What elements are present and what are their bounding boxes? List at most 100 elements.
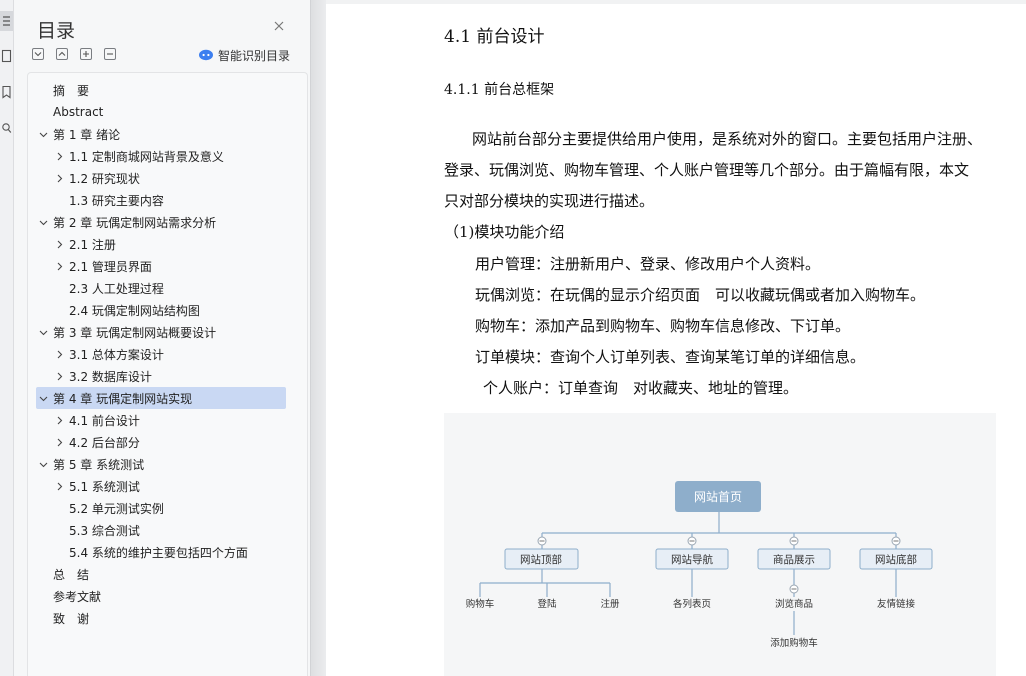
body-paragraph: 网站前台部分主要提供给用户使用，是系统对外的窗口。主要包括用户注册、 <box>472 130 983 148</box>
plus-icon <box>83 51 89 57</box>
chevron-right-icon[interactable] <box>53 480 65 492</box>
body-paragraph: 玩偶浏览：在玩偶的显示介绍页面 可以收藏玩偶或者加入购物车。 <box>475 286 926 304</box>
leaf-node-label: 浏览商品 <box>775 598 813 610</box>
toc-item-2-3[interactable]: 2.3 人工处理过程 <box>36 277 286 299</box>
site-structure-diagram[interactable]: 网站首页 网站顶部 网站导航 商品展示 网站底部 购物车 登陆 注册 各列表页 … <box>444 413 996 676</box>
chevron-up-icon <box>58 51 66 56</box>
leaf-node-label: 友情链接 <box>877 598 916 610</box>
toc-item-acknowledgements[interactable]: 致 谢 <box>36 607 286 629</box>
body-paragraph: （1)模块功能介绍 <box>444 223 565 241</box>
chevron-right-icon[interactable] <box>53 348 65 360</box>
leaf-node-label: 注册 <box>600 598 620 610</box>
bookmark-button[interactable] <box>0 82 13 102</box>
minus-icon <box>107 53 113 55</box>
toc-item-label: 第 3 章 玩偶定制网站概要设计 <box>53 325 217 340</box>
branch-node-label: 网站底部 <box>875 553 917 566</box>
outline-title: 目录 <box>37 20 76 42</box>
diagram-canvas: 网站首页 网站顶部 网站导航 商品展示 网站底部 购物车 登陆 注册 各列表页 … <box>466 481 933 649</box>
toc-item-label: 1.2 研究现状 <box>69 171 140 186</box>
chevron-right-icon[interactable] <box>53 436 65 448</box>
panel-splitter[interactable] <box>310 0 326 676</box>
toc-item-chapter-4[interactable]: 第 4 章 玩偶定制网站实现 <box>36 387 286 409</box>
demote-heading-button[interactable] <box>104 48 116 60</box>
toc-item-1-1[interactable]: 1.1 定制商城网站背景及意义 <box>36 145 286 167</box>
chevron-down-icon[interactable] <box>37 216 49 228</box>
toc-item-label: 第 5 章 系统测试 <box>53 457 145 472</box>
toc-item-chapter-2[interactable]: 第 2 章 玩偶定制网站需求分析 <box>36 211 286 233</box>
toc-item-label: 5.4 系统的维护主要包括四个方面 <box>69 545 248 560</box>
toc-item-chapter-5[interactable]: 第 5 章 系统测试 <box>36 453 286 475</box>
toc-item-label: 致 谢 <box>53 611 90 626</box>
toc-item-label: 4.2 后台部分 <box>69 435 140 450</box>
toc-item-label: 2.4 玩偶定制网站结构图 <box>69 303 200 318</box>
chevron-right-icon[interactable] <box>53 370 65 382</box>
body-paragraph: 用户管理：注册新用户、登录、修改用户个人资料。 <box>475 255 821 273</box>
toc-item-2-1[interactable]: 2.1 注册 <box>36 233 286 255</box>
chevron-down-icon <box>34 52 42 57</box>
toc-item-5-4[interactable]: 5.4 系统的维护主要包括四个方面 <box>36 541 286 563</box>
toc-item-label: 第 2 章 玩偶定制网站需求分析 <box>53 215 217 230</box>
body-paragraph: 登录、玩偶浏览、购物车管理、个人账户管理等几个部分。由于篇幅有限，本文 <box>444 161 970 179</box>
toc-item-label: 总 结 <box>53 567 90 582</box>
branch-node-label: 网站导航 <box>671 553 713 566</box>
leaf-node-label: 购物车 <box>466 598 495 610</box>
toc-item-label: 摘 要 <box>53 83 90 98</box>
toc-item-label: 第 1 章 绪论 <box>53 127 121 142</box>
toc-item-abstract[interactable]: Abstract <box>36 101 286 123</box>
chevron-down-icon[interactable] <box>37 326 49 338</box>
subsection-heading: 4.1.1 前台总框架 <box>444 82 555 98</box>
ai-assistant-icon <box>199 49 213 61</box>
chevron-down-icon[interactable] <box>37 458 49 470</box>
smart-recognize-toc-button[interactable]: 智能识别目录 <box>198 46 290 64</box>
toc-item-3-2[interactable]: 3.2 数据库设计 <box>36 365 286 387</box>
toc-item-1-3[interactable]: 1.3 研究主要内容 <box>36 189 286 211</box>
page-thumbnail-button[interactable] <box>0 46 13 66</box>
document-page[interactable]: 4.1 前台设计 4.1.1 前台总框架 网站前台部分主要提供给用户使用，是系统… <box>326 0 1026 676</box>
chevron-right-icon[interactable] <box>53 150 65 162</box>
toc-item-1-2[interactable]: 1.2 研究现状 <box>36 167 286 189</box>
promote-heading-button[interactable] <box>80 48 92 60</box>
body-paragraph: 个人账户：订单查询 对收藏夹、地址的管理。 <box>483 379 799 397</box>
chevron-down-icon[interactable] <box>37 128 49 140</box>
toc-item-chapter-1[interactable]: 第 1 章 绪论 <box>36 123 286 145</box>
chevron-right-icon[interactable] <box>53 414 65 426</box>
body-paragraph: 订单模块：查询个人订单列表、查询某笔订单的详细信息。 <box>475 348 866 366</box>
toc-item-references[interactable]: 参考文献 <box>36 585 286 607</box>
toc-item-label: 3.1 总体方案设计 <box>69 347 164 362</box>
section-heading: 4.1 前台设计 <box>444 27 545 47</box>
toc-item-4-1[interactable]: 4.1 前台设计 <box>36 409 286 431</box>
chevron-right-icon[interactable] <box>53 238 65 250</box>
expand-all-button[interactable] <box>32 48 44 60</box>
toc-item-label: 2.3 人工处理过程 <box>69 281 164 296</box>
outline-toggle-button[interactable] <box>0 11 13 31</box>
collapse-all-button[interactable] <box>56 48 68 60</box>
toc-item-3-1[interactable]: 3.1 总体方案设计 <box>36 343 286 365</box>
toc-item-abstract-cn[interactable]: 摘 要 <box>36 79 286 101</box>
toc-item-summary[interactable]: 总 结 <box>36 563 286 585</box>
chevron-right-icon[interactable] <box>53 172 65 184</box>
outline-panel: 目录 智能识别目录 摘 要 Abstract 第 1 章 绪论 1.1 定制商城… <box>14 0 310 676</box>
toc-item-label: 第 4 章 玩偶定制网站实现 <box>53 391 193 406</box>
toc-item-label: 4.1 前台设计 <box>69 413 140 428</box>
find-button[interactable] <box>0 118 13 138</box>
toc-item-2-1b[interactable]: 2.1 管理员界面 <box>36 255 286 277</box>
toc-item-4-2[interactable]: 4.2 后台部分 <box>36 431 286 453</box>
toc-item-label: 参考文献 <box>53 589 102 604</box>
toc-item-label: 2.1 管理员界面 <box>69 259 152 274</box>
toc-item-label: 5.1 系统测试 <box>69 479 140 494</box>
chevron-down-icon[interactable] <box>37 392 49 404</box>
outline-tree: 摘 要 Abstract 第 1 章 绪论 1.1 定制商城网站背景及意义 1.… <box>27 72 308 676</box>
toc-item-5-3[interactable]: 5.3 综合测试 <box>36 519 286 541</box>
toc-item-5-1[interactable]: 5.1 系统测试 <box>36 475 286 497</box>
leaf-node-label: 登陆 <box>537 598 557 610</box>
toc-item-label: 2.1 注册 <box>69 237 116 252</box>
toc-item-5-2[interactable]: 5.2 单元测试实例 <box>36 497 286 519</box>
close-icon[interactable] <box>272 19 286 33</box>
toc-item-label: 3.2 数据库设计 <box>69 369 152 384</box>
toc-item-chapter-3[interactable]: 第 3 章 玩偶定制网站概要设计 <box>36 321 286 343</box>
branch-node-label: 商品展示 <box>773 553 815 566</box>
chevron-right-icon[interactable] <box>53 260 65 272</box>
leaf-node-label: 各列表页 <box>673 598 711 610</box>
toc-item-2-4[interactable]: 2.4 玩偶定制网站结构图 <box>36 299 286 321</box>
root-node-label: 网站首页 <box>694 490 742 504</box>
